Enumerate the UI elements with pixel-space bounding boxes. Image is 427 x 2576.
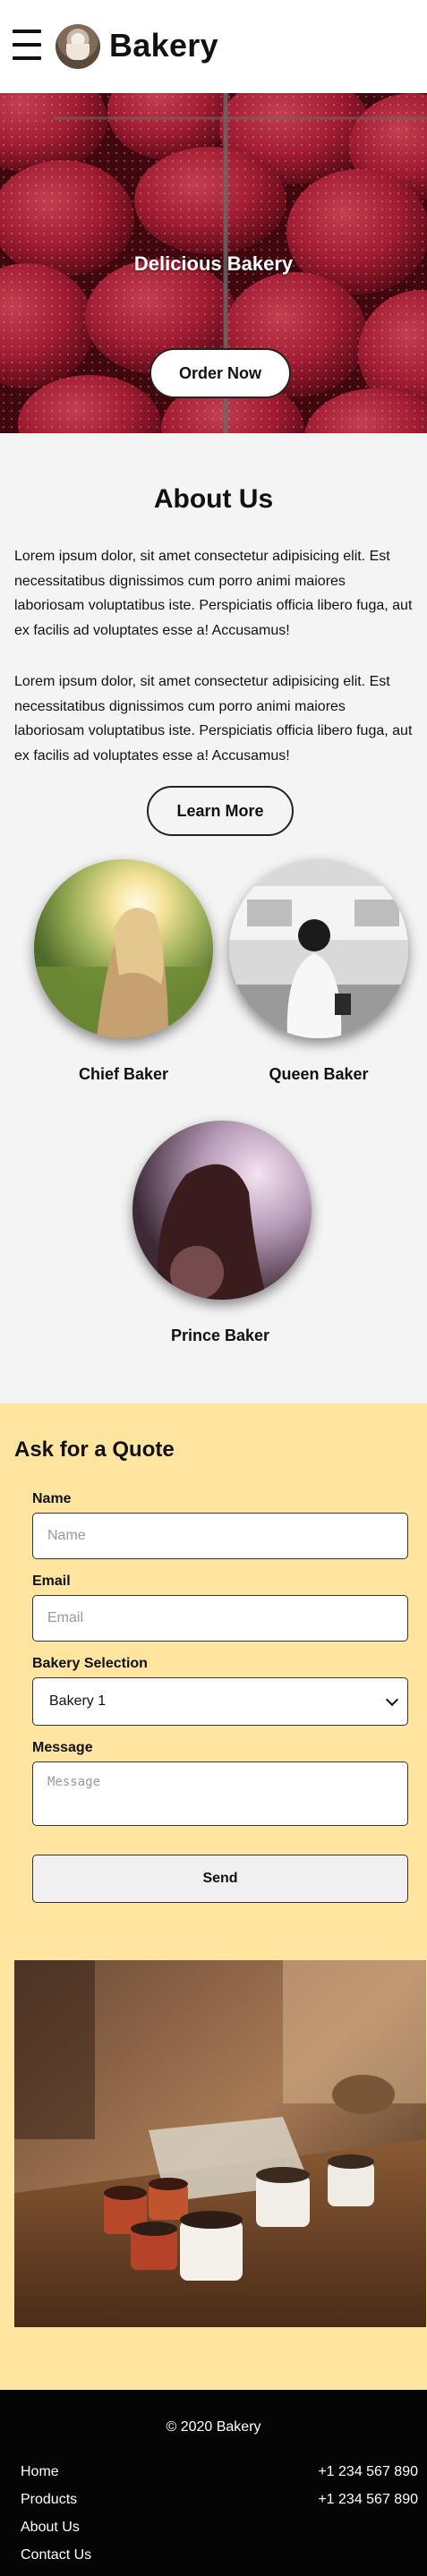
email-label: Email xyxy=(32,1574,71,1589)
message-field[interactable] xyxy=(32,1761,408,1826)
footer-link-contact-us[interactable]: Contact Us xyxy=(21,2547,91,2563)
chevron-down-icon xyxy=(385,1693,399,1707)
email-field[interactable] xyxy=(32,1595,408,1642)
footer-link-about-us[interactable]: About Us xyxy=(21,2520,80,2536)
hero-title: Delicious Bakery xyxy=(133,252,294,275)
name-field[interactable] xyxy=(32,1513,408,1559)
bakery-select-value: Bakery 1 xyxy=(49,1693,107,1709)
prince-baker-name: Prince Baker xyxy=(170,1326,270,1344)
coffee-cup-logo xyxy=(56,24,100,69)
bakery-select[interactable]: Bakery 1 xyxy=(32,1677,408,1726)
brand-title: Bakery xyxy=(109,27,218,64)
name-label: Name xyxy=(32,1491,72,1506)
footer-link-home[interactable]: Home xyxy=(21,2464,59,2480)
header: Bakery xyxy=(0,0,427,93)
copyright: © 2020 Bakery xyxy=(166,2419,261,2435)
footer-link-products[interactable]: Products xyxy=(21,2492,77,2508)
hamburger-menu-icon[interactable] xyxy=(13,30,41,60)
quote-title: Ask for a Quote xyxy=(14,1437,175,1462)
prince-baker-photo xyxy=(132,1121,312,1300)
send-button[interactable]: Send xyxy=(32,1855,408,1903)
message-label: Message xyxy=(32,1740,93,1755)
queen-baker-name: Queen Baker xyxy=(269,1065,369,1083)
about-section: About Us Lorem ipsum dolor, sit amet con… xyxy=(0,433,427,1403)
footer-phone: +1 234 567 890 xyxy=(318,2464,418,2479)
about-paragraph: Lorem ipsum dolor, sit amet consectetur … xyxy=(14,549,413,638)
footer-phone: +1 234 567 890 xyxy=(318,2492,418,2507)
learn-more-button[interactable]: Learn More xyxy=(147,786,294,836)
bakery-selection-label: Bakery Selection xyxy=(32,1656,148,1671)
hero-banner: Delicious Bakery Order Now xyxy=(0,93,427,433)
about-paragraph: Lorem ipsum dolor, sit amet consectetur … xyxy=(14,674,413,763)
about-title: About Us xyxy=(153,484,274,514)
order-now-button[interactable]: Order Now xyxy=(149,348,291,398)
chief-baker-name: Chief Baker xyxy=(78,1065,169,1083)
cafe-cups-image xyxy=(14,1960,426,2327)
footer: © 2020 Bakery Home Products About Us Con… xyxy=(0,2390,427,2576)
quote-section: Ask for a Quote Name Email Bakery Select… xyxy=(0,1403,427,2390)
queen-baker-photo xyxy=(229,859,408,1038)
chief-baker-photo xyxy=(34,859,213,1038)
